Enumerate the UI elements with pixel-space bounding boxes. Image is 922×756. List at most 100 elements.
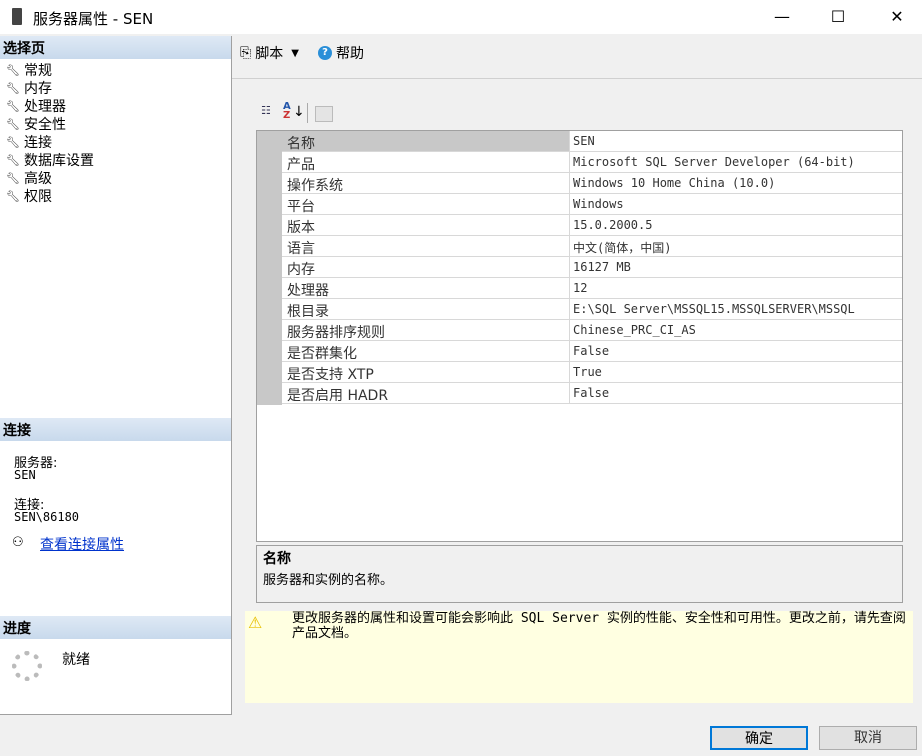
property-value: Windows 10 Home China (10.0) xyxy=(569,173,902,193)
property-value: SEN xyxy=(569,131,902,151)
property-value: Windows xyxy=(569,194,902,214)
property-value: Microsoft SQL Server Developer (64-bit) xyxy=(569,152,902,172)
connection-value: SEN\86180 xyxy=(14,510,80,524)
sidebar-item-label: 高级 xyxy=(24,171,52,187)
wrench-icon: 🔧︎ xyxy=(6,171,20,185)
sidebar-item-label: 内存 xyxy=(24,81,52,97)
sidebar-item[interactable]: 🔧︎ 连接 xyxy=(6,133,52,151)
help-button[interactable]: ? 帮助 xyxy=(318,43,364,63)
ok-button[interactable]: 确定 xyxy=(710,726,808,750)
wrench-icon: 🔧︎ xyxy=(6,99,20,113)
property-name: 是否群集化 xyxy=(287,346,357,362)
property-name: 名称 xyxy=(287,136,315,152)
chevron-down-icon[interactable]: ▼ xyxy=(291,48,299,59)
sidebar-item-label: 常规 xyxy=(24,63,52,79)
property-row[interactable]: 是否支持 XTP True xyxy=(282,362,902,383)
property-name: 内存 xyxy=(287,262,315,278)
property-value: 15.0.2000.5 xyxy=(569,215,902,235)
connection-properties-icon: ⚇ xyxy=(12,535,24,550)
wrench-icon: 🔧︎ xyxy=(6,153,20,167)
sidebar-item-label: 处理器 xyxy=(24,99,66,115)
server-value: SEN xyxy=(14,468,36,482)
script-label: 脚本 xyxy=(255,46,284,62)
title-bar: 服务器属性 - SEN — ☐ ✕ xyxy=(0,0,922,34)
wrench-icon: 🔧︎ xyxy=(6,117,20,131)
property-value: False xyxy=(569,383,902,403)
server-icon xyxy=(12,8,22,25)
property-name: 版本 xyxy=(287,220,315,236)
warning-icon: ⚠ xyxy=(248,613,263,632)
script-button[interactable]: ⎘ 脚本 ▼ xyxy=(240,43,299,63)
wrench-icon: 🔧︎ xyxy=(6,135,20,149)
property-value: True xyxy=(569,362,902,382)
property-name: 根目录 xyxy=(287,304,329,320)
sidebar-item-label: 数据库设置 xyxy=(24,153,94,169)
wrench-icon: 🔧︎ xyxy=(6,81,20,95)
sidebar-item[interactable]: 🔧︎ 权限 xyxy=(6,187,52,205)
property-value: False xyxy=(569,341,902,361)
script-icon: ⎘ xyxy=(240,45,252,61)
select-page-header: 选择页 xyxy=(0,36,231,59)
connection-header: 连接 xyxy=(0,418,231,441)
property-grid: 名称 SEN 产品 Microsoft SQL Server Developer (6… xyxy=(256,130,903,542)
minimize-button[interactable]: — xyxy=(759,4,805,30)
property-value: 12 xyxy=(569,278,902,298)
property-value: E:\SQL Server\MSSQL15.MSSQLSERVER\MSSQL xyxy=(569,299,902,319)
toolbar-separator xyxy=(307,103,308,123)
description-panel: 名称 服务器和实例的名称。 xyxy=(256,545,903,603)
property-name: 平台 xyxy=(287,199,315,215)
sidebar-item[interactable]: 🔧︎ 处理器 xyxy=(6,97,66,115)
property-row[interactable]: 内存 16127 MB xyxy=(282,257,902,278)
left-panel: 选择页 🔧︎ 常规 🔧︎ 内存 🔧︎ 处理器 🔧︎ 安全性 🔧︎ 连接 🔧︎ 数据库设置 🔧︎ 高级 🔧︎ 权… xyxy=(0,36,232,715)
progress-spinner-icon xyxy=(12,651,42,681)
property-row[interactable]: 是否群集化 False xyxy=(282,341,902,362)
property-name: 是否支持 XTP xyxy=(287,367,374,383)
property-row[interactable]: 操作系统 Windows 10 Home China (10.0) xyxy=(282,173,902,194)
sort-alphabetical-icon[interactable]: AZ xyxy=(283,102,291,121)
sidebar-item[interactable]: 🔧︎ 高级 xyxy=(6,169,52,187)
warning-panel: ⚠ 更改服务器的属性和设置可能会影响此 SQL Server 实例的性能、安全性… xyxy=(245,611,913,703)
help-label: 帮助 xyxy=(336,46,364,62)
property-name: 服务器排序规则 xyxy=(287,325,385,341)
help-icon: ? xyxy=(318,46,332,60)
property-row[interactable]: 语言 中文(简体，中国) xyxy=(282,236,902,257)
property-row[interactable]: 处理器 12 xyxy=(282,278,902,299)
wrench-icon: 🔧︎ xyxy=(6,189,20,203)
warning-text: 更改服务器的属性和设置可能会影响此 SQL Server 实例的性能、安全性和可… xyxy=(292,611,906,641)
toolbar-divider xyxy=(232,78,922,79)
property-row[interactable]: 产品 Microsoft SQL Server Developer (64-bit… xyxy=(282,152,902,173)
sort-arrow-icon: ↓ xyxy=(293,104,305,120)
property-row[interactable]: 是否启用 HADR False xyxy=(282,383,902,404)
property-value: 16127 MB xyxy=(569,257,902,277)
property-value: Chinese_PRC_CI_AS xyxy=(569,320,902,340)
sidebar-item[interactable]: 🔧︎ 内存 xyxy=(6,79,52,97)
description-title: 名称 xyxy=(263,551,291,567)
wrench-icon: 🔧︎ xyxy=(6,63,20,77)
grid-gutter xyxy=(257,131,282,405)
property-row[interactable]: 服务器排序规则 Chinese_PRC_CI_AS xyxy=(282,320,902,341)
window-title: 服务器属性 - SEN xyxy=(33,10,154,28)
property-row[interactable]: 根目录 E:\SQL Server\MSSQL15.MSSQLSERVER\MSS… xyxy=(282,299,902,320)
property-row[interactable]: 版本 15.0.2000.5 xyxy=(282,215,902,236)
property-value: 中文(简体，中国) xyxy=(569,236,902,256)
description-text: 服务器和实例的名称。 xyxy=(263,573,394,588)
sidebar-item-label: 安全性 xyxy=(24,117,66,133)
close-button[interactable]: ✕ xyxy=(874,4,920,30)
property-row[interactable]: 平台 Windows xyxy=(282,194,902,215)
cancel-button[interactable]: 取消 xyxy=(819,726,917,750)
sidebar-item[interactable]: 🔧︎ 数据库设置 xyxy=(6,151,94,169)
property-name: 产品 xyxy=(287,157,315,173)
maximize-button[interactable]: ☐ xyxy=(815,4,861,30)
property-row[interactable]: 名称 SEN xyxy=(282,131,902,152)
categorized-icon[interactable]: ☷ xyxy=(261,104,271,117)
view-connection-properties-link[interactable]: 查看连接属性 xyxy=(40,534,124,554)
sidebar-item[interactable]: 🔧︎ 安全性 xyxy=(6,115,66,133)
property-name: 是否启用 HADR xyxy=(287,388,389,404)
sidebar-item-label: 权限 xyxy=(24,189,52,205)
progress-status: 就绪 xyxy=(62,652,90,668)
sidebar-item[interactable]: 🔧︎ 常规 xyxy=(6,61,52,79)
property-pages-icon xyxy=(315,106,333,122)
sidebar-item-label: 连接 xyxy=(24,135,52,151)
property-name: 操作系统 xyxy=(287,178,343,194)
progress-header: 进度 xyxy=(0,616,231,639)
